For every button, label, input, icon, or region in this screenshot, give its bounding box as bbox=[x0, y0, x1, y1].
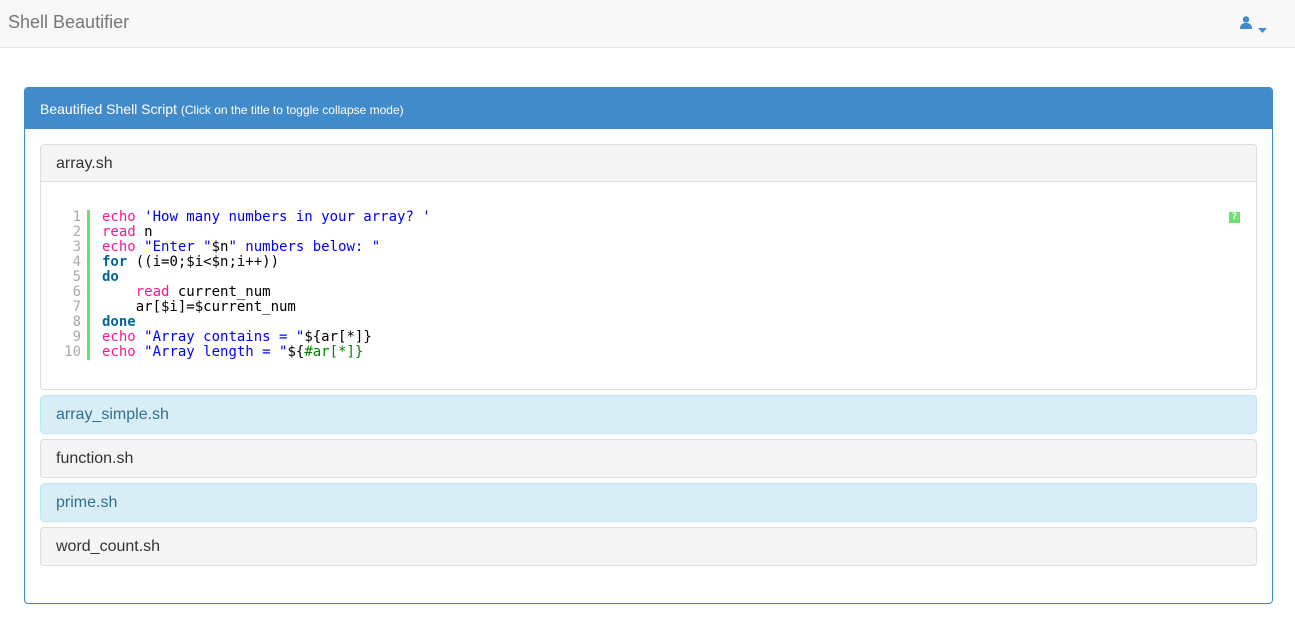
code-token: echo bbox=[102, 209, 136, 225]
code-token: ${ar[*]} bbox=[304, 329, 372, 345]
file-panel: word_count.sh bbox=[40, 527, 1257, 566]
code-line: 8 done bbox=[61, 315, 431, 330]
file-list: array.sh 1 echo 'How many numbers in your … bbox=[40, 144, 1257, 571]
code-line: 5 do bbox=[61, 270, 431, 285]
user-menu-button[interactable] bbox=[1240, 13, 1280, 33]
line-number: 1 bbox=[72, 209, 81, 225]
code-token: echo bbox=[102, 344, 136, 360]
line-number: 9 bbox=[72, 329, 81, 345]
code-token: $n bbox=[211, 239, 229, 255]
code-token: "Array contains = " bbox=[144, 329, 305, 345]
file-panel: array_simple.sh bbox=[40, 395, 1257, 434]
gutter-bar bbox=[87, 270, 90, 285]
line-number: 10 bbox=[64, 344, 81, 360]
gutter-bar bbox=[87, 330, 90, 345]
line-number: 2 bbox=[72, 224, 81, 240]
line-number: 6 bbox=[72, 284, 81, 300]
gutter-bar bbox=[87, 210, 90, 225]
code-text: done bbox=[102, 315, 136, 330]
code-token: ar[$i]=$current_num bbox=[102, 299, 296, 315]
user-icon bbox=[1240, 15, 1252, 29]
panel-title-toggle[interactable]: Beautified Shell Script (Click on the ti… bbox=[25, 88, 1272, 129]
code-token: current_num bbox=[169, 284, 271, 300]
code-token: read bbox=[135, 284, 170, 300]
code-block: 1 echo 'How many numbers in your array? '… bbox=[61, 210, 431, 360]
code-token: " numbers below: " bbox=[228, 239, 381, 255]
code-text: echo 'How many numbers in your array? ' bbox=[102, 210, 431, 225]
code-line: 6 read current_num bbox=[61, 285, 431, 300]
gutter-bar bbox=[87, 285, 90, 300]
code-token: echo bbox=[102, 239, 136, 255]
code-token: 'How many numbers in your array? ' bbox=[144, 209, 431, 225]
code-text: ar[$i]=$current_num bbox=[102, 300, 296, 315]
gutter-bar bbox=[87, 315, 90, 330]
code-token: read bbox=[102, 224, 136, 240]
navbar: Shell Beautifier bbox=[0, 0, 1295, 48]
panel-hint: (Click on the title to toggle collapse m… bbox=[180, 103, 404, 117]
code-line: 4 for ((i=0;$i<$n;i++)) bbox=[61, 255, 431, 270]
code-token: ((i=0;$i<$n;i++)) bbox=[127, 254, 280, 270]
code-text: read n bbox=[102, 225, 153, 240]
file-title[interactable]: function.sh bbox=[41, 440, 1256, 477]
line-number: 4 bbox=[72, 254, 81, 270]
code-token: echo bbox=[102, 329, 136, 345]
code-viewer: 1 echo 'How many numbers in your array? '… bbox=[41, 182, 1256, 389]
file-title[interactable]: array_simple.sh bbox=[41, 396, 1256, 433]
code-text: do bbox=[102, 270, 119, 285]
code-token: #ar[*]} bbox=[304, 344, 364, 360]
gutter-bar bbox=[87, 240, 90, 255]
code-line: 3 echo "Enter "$n" numbers below: " bbox=[61, 240, 431, 255]
gutter-bar bbox=[87, 225, 90, 240]
beautified-script-panel: Beautified Shell Script (Click on the ti… bbox=[24, 87, 1273, 604]
gutter-bar bbox=[87, 345, 90, 360]
file-title[interactable]: word_count.sh bbox=[41, 528, 1256, 565]
code-line: 10 echo "Array length = "${#ar[*]} bbox=[61, 345, 431, 360]
gutter-bar bbox=[87, 300, 90, 315]
line-number: 5 bbox=[72, 269, 81, 285]
caret-down-icon bbox=[1258, 20, 1267, 33]
code-text: echo "Array contains = "${ar[*]} bbox=[102, 330, 372, 345]
help-icon[interactable]: ? bbox=[1229, 212, 1240, 223]
file-panel: array.sh 1 echo 'How many numbers in your … bbox=[40, 144, 1257, 390]
line-number: 3 bbox=[72, 239, 81, 255]
line-number: 7 bbox=[72, 299, 81, 315]
app-title[interactable]: Shell Beautifier bbox=[8, 12, 129, 32]
code-line: 1 echo 'How many numbers in your array? ' bbox=[61, 210, 431, 225]
file-panel: function.sh bbox=[40, 439, 1257, 478]
code-text: echo "Array length = "${#ar[*]} bbox=[102, 345, 363, 360]
code-text: read current_num bbox=[102, 285, 271, 300]
code-token: n bbox=[135, 224, 153, 240]
code-token: ${ bbox=[287, 344, 305, 360]
panel-title: Beautified Shell Script bbox=[40, 101, 177, 117]
code-line: 7 ar[$i]=$current_num bbox=[61, 300, 431, 315]
code-token: done bbox=[102, 314, 136, 330]
code-text: echo "Enter "$n" numbers below: " bbox=[102, 240, 380, 255]
gutter-bar bbox=[87, 255, 90, 270]
code-token: "Enter " bbox=[144, 239, 212, 255]
code-line: 9 echo "Array contains = "${ar[*]} bbox=[61, 330, 431, 345]
file-title[interactable]: array.sh bbox=[41, 145, 1256, 182]
code-token: "Array length = " bbox=[144, 344, 288, 360]
code-line: 2 read n bbox=[61, 225, 431, 240]
code-token: for bbox=[102, 254, 128, 270]
code-token: do bbox=[102, 269, 119, 285]
code-text: for ((i=0;$i<$n;i++)) bbox=[102, 255, 279, 270]
file-title[interactable]: prime.sh bbox=[41, 484, 1256, 521]
line-number: 8 bbox=[72, 314, 81, 330]
file-panel: prime.sh bbox=[40, 483, 1257, 522]
